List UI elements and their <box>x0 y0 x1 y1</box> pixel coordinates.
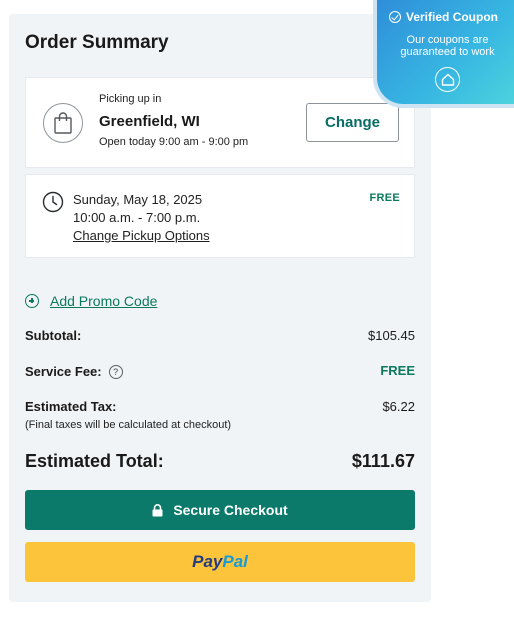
tax-note: (Final taxes will be calculated at check… <box>25 419 232 431</box>
estimated-total-label: Estimated Total: <box>25 451 164 471</box>
subtotal-value: $105.45 <box>368 328 415 343</box>
estimated-tax-value: $6.22 <box>382 399 415 414</box>
verified-coupon-badge[interactable]: Verified Coupon Our coupons are guarante… <box>373 0 514 108</box>
pickup-window: 10:00 a.m. - 7:00 p.m. <box>73 210 201 225</box>
help-icon[interactable]: ? <box>108 365 123 379</box>
order-summary-title: Order Summary <box>25 32 169 53</box>
service-fee-label: Service Fee: <box>25 364 102 379</box>
paypal-button[interactable]: PayPal <box>25 542 415 582</box>
lock-icon <box>152 503 163 516</box>
check-circle-icon <box>389 11 401 23</box>
pickup-time-card: Sunday, May 18, 2025 10:00 a.m. - 7:00 p… <box>25 174 415 258</box>
paypal-logo: PayPal <box>192 552 248 571</box>
coupon-subtitle: Our coupons are guaranteed to work <box>400 34 495 58</box>
coupon-title: Verified Coupon <box>406 10 499 24</box>
store-hours: Open today 9:00 am - 9:00 pm <box>99 136 249 148</box>
plus-circle-icon <box>25 294 39 308</box>
secure-checkout-label: Secure Checkout <box>173 502 288 518</box>
pickup-fee-badge: FREE <box>369 192 400 204</box>
pickup-date: Sunday, May 18, 2025 <box>73 192 203 207</box>
secure-checkout-button[interactable]: Secure Checkout <box>25 490 415 530</box>
change-pickup-options-link[interactable]: Change Pickup Options <box>73 228 210 243</box>
home-icon <box>435 67 460 92</box>
estimated-total-value: $111.67 <box>351 451 415 471</box>
service-fee-value: FREE <box>380 363 415 378</box>
service-fee-row: Service Fee:? <box>25 364 123 379</box>
subtotal-label: Subtotal: <box>25 328 82 343</box>
promo-label: Add Promo Code <box>50 293 158 309</box>
add-promo-code-link[interactable]: Add Promo Code <box>25 293 157 309</box>
picking-up-label: Picking up in <box>99 93 162 105</box>
store-city: Greenfield, WI <box>99 113 200 130</box>
change-store-button[interactable]: Change <box>306 103 399 142</box>
clock-icon <box>42 191 64 213</box>
estimated-tax-label: Estimated Tax: <box>25 399 117 414</box>
store-card: Picking up in Greenfield, WI Open today … <box>25 77 415 168</box>
shopping-bag-icon <box>43 103 83 143</box>
